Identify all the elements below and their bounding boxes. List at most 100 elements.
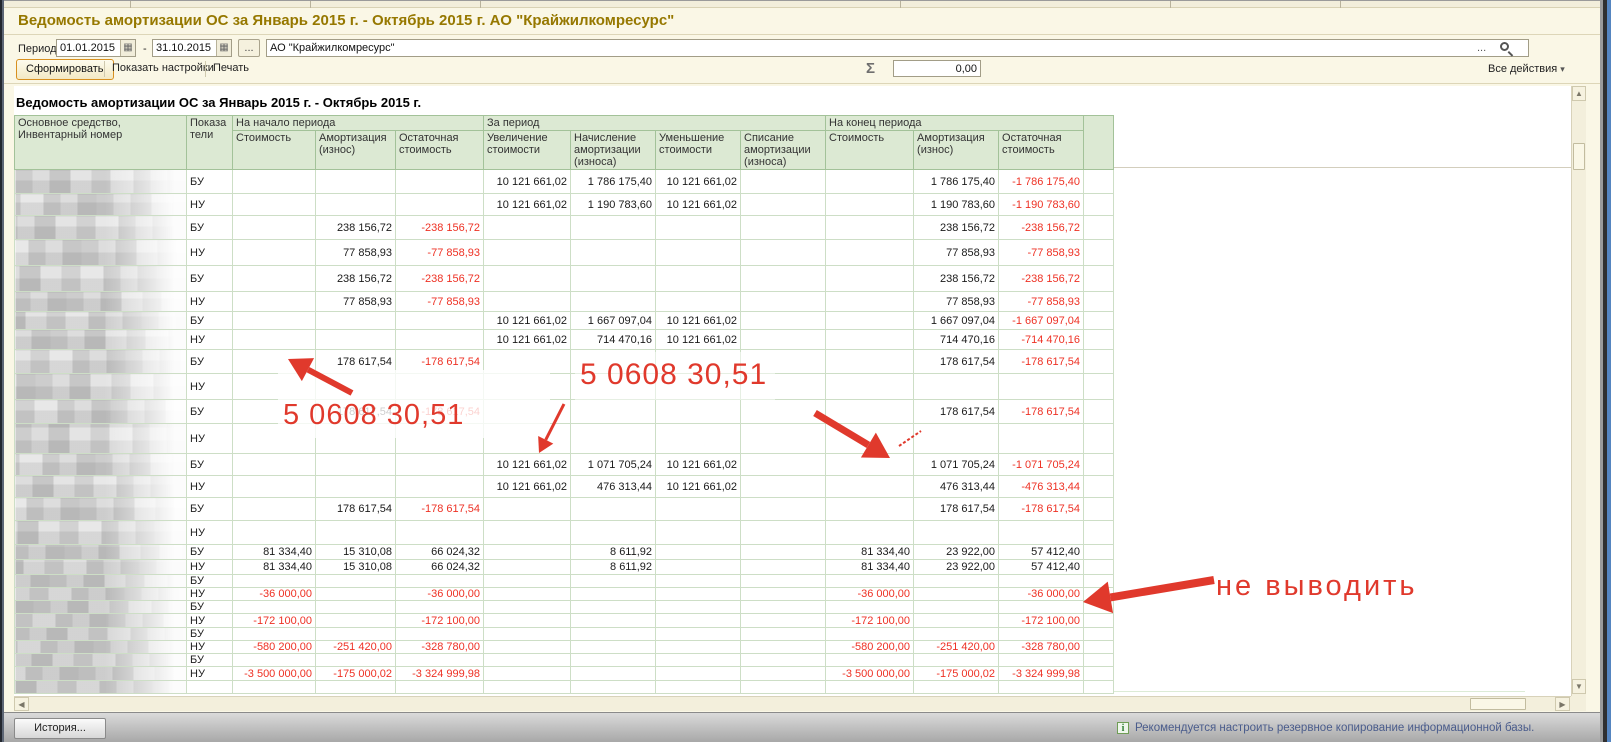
horizontal-scrollbar[interactable]: ◀ ▶: [14, 696, 1571, 711]
value-cell: [316, 312, 396, 330]
show-settings-button[interactable]: Показать настройки: [106, 59, 220, 77]
value-cell: [396, 454, 484, 476]
asset-name-cell: [15, 424, 187, 454]
column-header: Амортизация (износ): [914, 131, 999, 170]
tab-separator: [310, 1, 311, 8]
value-cell: [741, 454, 826, 476]
value-cell: [571, 400, 656, 424]
column-header: Списание амортизации (износа): [741, 131, 826, 170]
indicator-cell: БУ: [187, 170, 233, 194]
value-cell: 1 071 705,24: [914, 454, 999, 476]
value-cell: [656, 601, 741, 614]
value-cell: [826, 575, 914, 588]
table-row: БУ10 121 661,021 667 097,0410 121 661,02…: [15, 312, 1114, 330]
value-cell: [396, 170, 484, 194]
value-cell: [484, 560, 571, 575]
value-cell: [656, 521, 741, 545]
indicator-cell: НУ: [187, 240, 233, 266]
value-cell: [233, 194, 316, 216]
value-cell: [316, 614, 396, 628]
value-cell: -175 000,02: [914, 667, 999, 681]
value-cell: -77 858,93: [396, 292, 484, 312]
table-row: НУ: [15, 424, 1114, 454]
value-cell: [656, 560, 741, 575]
asset-name-cell: [15, 216, 187, 240]
empty-cell: [1084, 170, 1114, 194]
value-cell: [233, 170, 316, 194]
scroll-right-button[interactable]: ▶: [1555, 697, 1570, 711]
value-cell: -328 780,00: [999, 641, 1084, 654]
indicator-cell: БУ: [187, 545, 233, 560]
chevron-down-icon: ▾: [1560, 64, 1565, 74]
scroll-left-button[interactable]: ◀: [14, 697, 29, 711]
value-cell: -3 324 999,98: [999, 667, 1084, 681]
date-to-calendar-icon[interactable]: ▦: [216, 40, 231, 56]
value-cell: [741, 400, 826, 424]
table-row: НУ10 121 661,021 190 783,6010 121 661,02…: [15, 194, 1114, 216]
value-cell: [741, 266, 826, 292]
empty-cell: [1084, 216, 1114, 240]
value-cell: [741, 312, 826, 330]
value-cell: [826, 628, 914, 641]
tab-strip: [4, 1, 1600, 8]
value-cell: [656, 681, 741, 694]
value-cell: -178 617,54: [999, 350, 1084, 374]
value-cell: [484, 628, 571, 641]
value-cell: -178 617,54: [999, 498, 1084, 521]
scroll-down-button[interactable]: ▼: [1572, 679, 1586, 694]
empty-cell: [1084, 400, 1114, 424]
empty-cell: [1084, 588, 1114, 601]
value-cell: [914, 681, 999, 694]
asset-name-cell: [15, 681, 187, 694]
period-more-button[interactable]: ...: [238, 39, 260, 57]
value-cell: [484, 575, 571, 588]
generate-button[interactable]: Сформировать: [16, 59, 114, 80]
vertical-scrollbar[interactable]: ▲ ▼: [1571, 86, 1586, 696]
value-cell: [571, 654, 656, 667]
horizontal-scroll-thumb[interactable]: [1470, 698, 1526, 710]
organization-input[interactable]: [266, 39, 1529, 57]
empty-cell: [1084, 374, 1114, 400]
value-cell: -36 000,00: [396, 588, 484, 601]
value-cell: 476 313,44: [571, 476, 656, 498]
print-button[interactable]: Печать: [207, 59, 255, 77]
empty-cell: [1084, 614, 1114, 628]
scroll-up-button[interactable]: ▲: [1572, 86, 1586, 101]
value-cell: [571, 374, 656, 400]
value-cell: [741, 641, 826, 654]
value-cell: 178 617,54: [914, 350, 999, 374]
value-cell: 1 667 097,04: [571, 312, 656, 330]
empty-cell: [1084, 654, 1114, 667]
indicator-cell: БУ: [187, 216, 233, 240]
tab-separator: [1170, 1, 1171, 8]
value-cell: -1 786 175,40: [999, 170, 1084, 194]
history-button[interactable]: История...: [14, 718, 106, 739]
indicator-cell: [187, 681, 233, 694]
asset-name-cell: [15, 374, 187, 400]
value-cell: [316, 521, 396, 545]
value-cell: -3 324 999,98: [396, 667, 484, 681]
asset-name-cell: [15, 601, 187, 614]
value-cell: [826, 476, 914, 498]
search-icon[interactable]: [1500, 42, 1509, 51]
value-cell: 1 786 175,40: [914, 170, 999, 194]
organization-more-button[interactable]: ...: [1477, 42, 1486, 54]
value-cell: 1 071 705,24: [571, 454, 656, 476]
table-row: БУ178 617,54-178 617,54178 617,54-178 61…: [15, 498, 1114, 521]
indicator-cell: НУ: [187, 588, 233, 601]
indicator-cell: НУ: [187, 292, 233, 312]
empty-cell: [1084, 667, 1114, 681]
asset-name-cell: [15, 498, 187, 521]
vertical-scroll-thumb[interactable]: [1573, 143, 1585, 170]
all-actions-button[interactable]: Все действия ▾: [1488, 63, 1565, 75]
value-cell: [233, 521, 316, 545]
value-cell: [741, 498, 826, 521]
sum-field[interactable]: [893, 60, 981, 77]
value-cell: [484, 588, 571, 601]
empty-cell: [1084, 628, 1114, 641]
table-row: БУ: [15, 654, 1114, 667]
value-cell: [233, 654, 316, 667]
window-left-border: [2, 0, 4, 742]
date-from-calendar-icon[interactable]: ▦: [120, 40, 135, 56]
column-header: Увеличение стоимости: [484, 131, 571, 170]
